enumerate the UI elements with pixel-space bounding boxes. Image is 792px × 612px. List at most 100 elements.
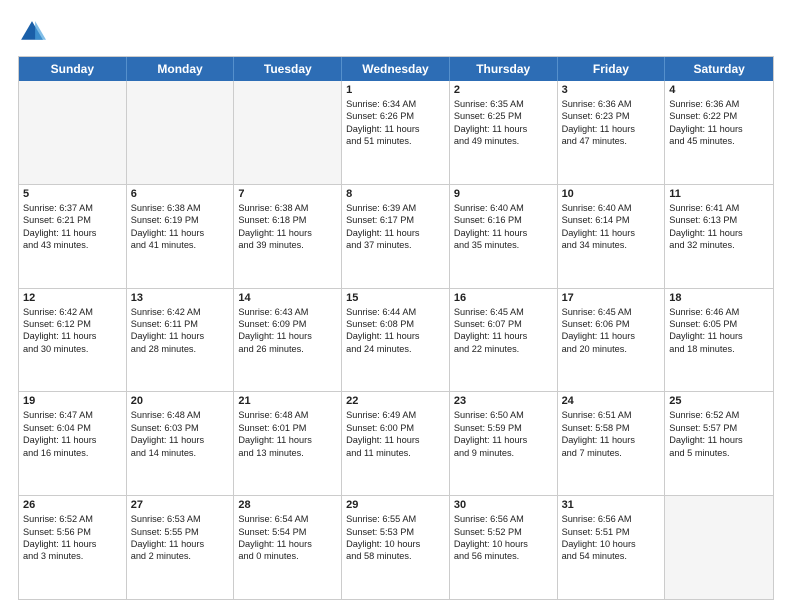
cell-info-line: Sunset: 6:09 PM	[238, 318, 337, 330]
header-day-saturday: Saturday	[665, 57, 773, 81]
cell-info-line: Sunset: 6:23 PM	[562, 110, 661, 122]
cell-info-line: Sunrise: 6:43 AM	[238, 306, 337, 318]
cell-info-line: Sunset: 5:58 PM	[562, 422, 661, 434]
cell-info-line: Sunrise: 6:53 AM	[131, 513, 230, 525]
day-number: 20	[131, 395, 230, 407]
day-number: 19	[23, 395, 122, 407]
cell-info-line: Daylight: 10 hours	[562, 538, 661, 550]
header-day-tuesday: Tuesday	[234, 57, 342, 81]
cell-info-line: Sunrise: 6:50 AM	[454, 409, 553, 421]
cell-info-line: Sunset: 5:53 PM	[346, 526, 445, 538]
calendar-row-0: 1Sunrise: 6:34 AMSunset: 6:26 PMDaylight…	[19, 81, 773, 184]
day-number: 15	[346, 292, 445, 304]
cell-info-line: Sunrise: 6:47 AM	[23, 409, 122, 421]
cell-info-line: Sunrise: 6:42 AM	[23, 306, 122, 318]
cell-info-line: Sunrise: 6:52 AM	[669, 409, 769, 421]
cell-info-line: Daylight: 11 hours	[669, 330, 769, 342]
cell-info-line: Daylight: 11 hours	[562, 227, 661, 239]
cell-info-line: Daylight: 11 hours	[238, 227, 337, 239]
cell-info-line: and 32 minutes.	[669, 239, 769, 251]
calendar-cell: 2Sunrise: 6:35 AMSunset: 6:25 PMDaylight…	[450, 81, 558, 184]
cell-info-line: Sunset: 5:51 PM	[562, 526, 661, 538]
cell-info-line: Sunset: 6:03 PM	[131, 422, 230, 434]
header-day-sunday: Sunday	[19, 57, 127, 81]
cell-info-line: Sunrise: 6:51 AM	[562, 409, 661, 421]
cell-info-line: and 51 minutes.	[346, 135, 445, 147]
calendar-cell: 9Sunrise: 6:40 AMSunset: 6:16 PMDaylight…	[450, 185, 558, 288]
calendar-row-3: 19Sunrise: 6:47 AMSunset: 6:04 PMDayligh…	[19, 391, 773, 495]
cell-info-line: Sunset: 6:16 PM	[454, 214, 553, 226]
calendar-row-2: 12Sunrise: 6:42 AMSunset: 6:12 PMDayligh…	[19, 288, 773, 392]
calendar-cell: 31Sunrise: 6:56 AMSunset: 5:51 PMDayligh…	[558, 496, 666, 599]
cell-info-line: Sunrise: 6:46 AM	[669, 306, 769, 318]
day-number: 3	[562, 84, 661, 96]
day-number: 23	[454, 395, 553, 407]
cell-info-line: Sunrise: 6:55 AM	[346, 513, 445, 525]
cell-info-line: Sunrise: 6:56 AM	[454, 513, 553, 525]
cell-info-line: Daylight: 10 hours	[346, 538, 445, 550]
calendar-cell: 29Sunrise: 6:55 AMSunset: 5:53 PMDayligh…	[342, 496, 450, 599]
cell-info-line: Sunset: 6:21 PM	[23, 214, 122, 226]
calendar-body: 1Sunrise: 6:34 AMSunset: 6:26 PMDaylight…	[19, 81, 773, 599]
cell-info-line: Sunset: 6:17 PM	[346, 214, 445, 226]
calendar-cell: 23Sunrise: 6:50 AMSunset: 5:59 PMDayligh…	[450, 392, 558, 495]
cell-info-line: Sunrise: 6:48 AM	[238, 409, 337, 421]
cell-info-line: Sunrise: 6:48 AM	[131, 409, 230, 421]
cell-info-line: Sunrise: 6:52 AM	[23, 513, 122, 525]
cell-info-line: and 11 minutes.	[346, 447, 445, 459]
day-number: 21	[238, 395, 337, 407]
cell-info-line: Sunrise: 6:44 AM	[346, 306, 445, 318]
calendar-cell: 8Sunrise: 6:39 AMSunset: 6:17 PMDaylight…	[342, 185, 450, 288]
cell-info-line: Daylight: 11 hours	[669, 227, 769, 239]
day-number: 1	[346, 84, 445, 96]
cell-info-line: and 54 minutes.	[562, 550, 661, 562]
cell-info-line: and 2 minutes.	[131, 550, 230, 562]
calendar-cell: 28Sunrise: 6:54 AMSunset: 5:54 PMDayligh…	[234, 496, 342, 599]
calendar-cell: 27Sunrise: 6:53 AMSunset: 5:55 PMDayligh…	[127, 496, 235, 599]
cell-info-line: Sunset: 6:13 PM	[669, 214, 769, 226]
calendar-cell: 14Sunrise: 6:43 AMSunset: 6:09 PMDayligh…	[234, 289, 342, 392]
cell-info-line: Sunset: 6:19 PM	[131, 214, 230, 226]
day-number: 25	[669, 395, 769, 407]
cell-info-line: and 3 minutes.	[23, 550, 122, 562]
cell-info-line: and 5 minutes.	[669, 447, 769, 459]
cell-info-line: Sunset: 5:56 PM	[23, 526, 122, 538]
cell-info-line: Daylight: 11 hours	[23, 434, 122, 446]
cell-info-line: Sunrise: 6:39 AM	[346, 202, 445, 214]
cell-info-line: and 49 minutes.	[454, 135, 553, 147]
cell-info-line: Daylight: 11 hours	[562, 434, 661, 446]
cell-info-line: Daylight: 11 hours	[131, 330, 230, 342]
cell-info-line: Sunrise: 6:35 AM	[454, 98, 553, 110]
day-number: 8	[346, 188, 445, 200]
header	[18, 18, 774, 46]
cell-info-line: Daylight: 11 hours	[346, 434, 445, 446]
cell-info-line: Daylight: 11 hours	[131, 538, 230, 550]
cell-info-line: Sunset: 6:04 PM	[23, 422, 122, 434]
calendar-cell: 21Sunrise: 6:48 AMSunset: 6:01 PMDayligh…	[234, 392, 342, 495]
cell-info-line: Daylight: 11 hours	[454, 434, 553, 446]
cell-info-line: Sunset: 5:54 PM	[238, 526, 337, 538]
calendar-cell: 7Sunrise: 6:38 AMSunset: 6:18 PMDaylight…	[234, 185, 342, 288]
cell-info-line: Sunset: 6:06 PM	[562, 318, 661, 330]
cell-info-line: and 7 minutes.	[562, 447, 661, 459]
cell-info-line: Daylight: 11 hours	[454, 227, 553, 239]
cell-info-line: Sunset: 6:26 PM	[346, 110, 445, 122]
cell-info-line: Daylight: 11 hours	[669, 434, 769, 446]
calendar-cell: 17Sunrise: 6:45 AMSunset: 6:06 PMDayligh…	[558, 289, 666, 392]
day-number: 27	[131, 499, 230, 511]
calendar-cell	[19, 81, 127, 184]
calendar-cell: 10Sunrise: 6:40 AMSunset: 6:14 PMDayligh…	[558, 185, 666, 288]
cell-info-line: and 28 minutes.	[131, 343, 230, 355]
day-number: 6	[131, 188, 230, 200]
cell-info-line: and 39 minutes.	[238, 239, 337, 251]
cell-info-line: Daylight: 11 hours	[346, 123, 445, 135]
day-number: 2	[454, 84, 553, 96]
page: SundayMondayTuesdayWednesdayThursdayFrid…	[0, 0, 792, 612]
cell-info-line: Daylight: 11 hours	[238, 538, 337, 550]
cell-info-line: and 9 minutes.	[454, 447, 553, 459]
calendar-cell: 30Sunrise: 6:56 AMSunset: 5:52 PMDayligh…	[450, 496, 558, 599]
cell-info-line: and 13 minutes.	[238, 447, 337, 459]
cell-info-line: Sunrise: 6:37 AM	[23, 202, 122, 214]
cell-info-line: Sunrise: 6:49 AM	[346, 409, 445, 421]
cell-info-line: and 34 minutes.	[562, 239, 661, 251]
